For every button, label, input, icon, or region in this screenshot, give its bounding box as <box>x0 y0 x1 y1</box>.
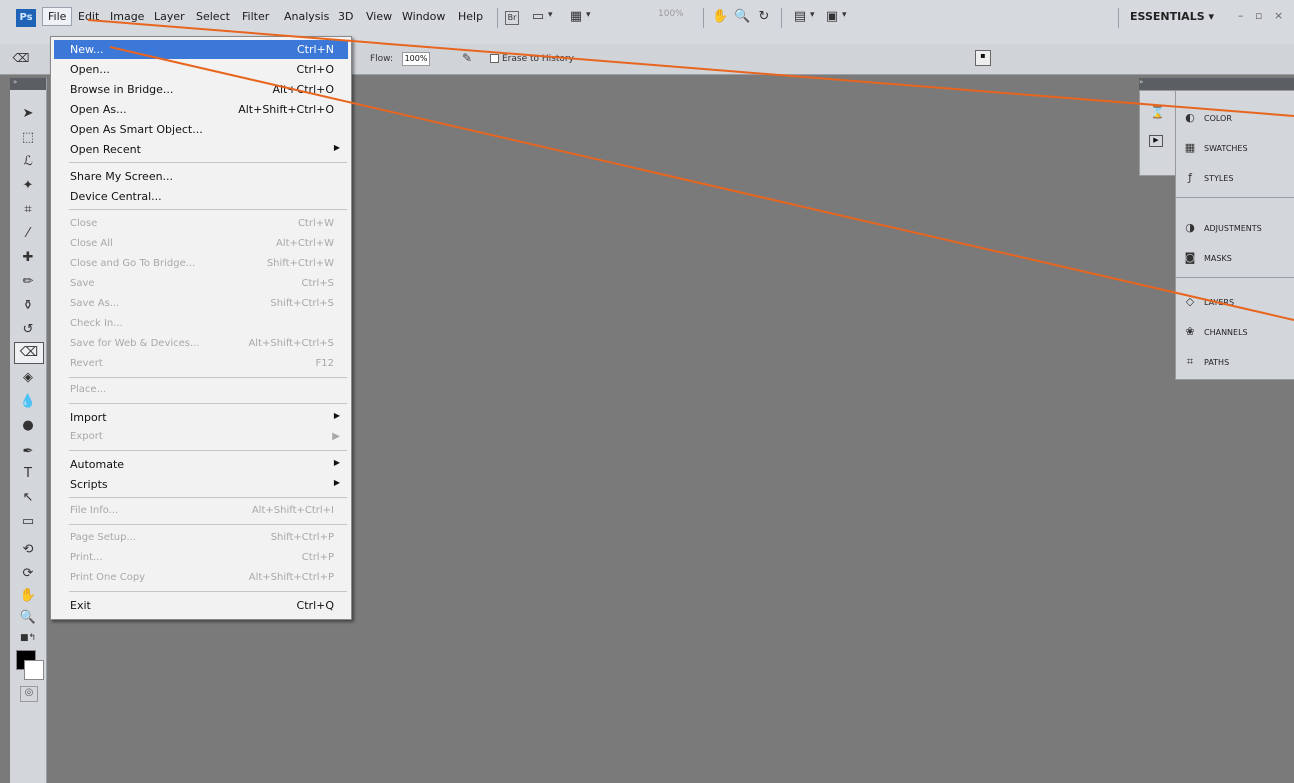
annotation-line-file <box>87 19 1294 117</box>
annotation-overlay <box>87 19 1294 321</box>
annotation-line-new <box>109 46 1294 321</box>
